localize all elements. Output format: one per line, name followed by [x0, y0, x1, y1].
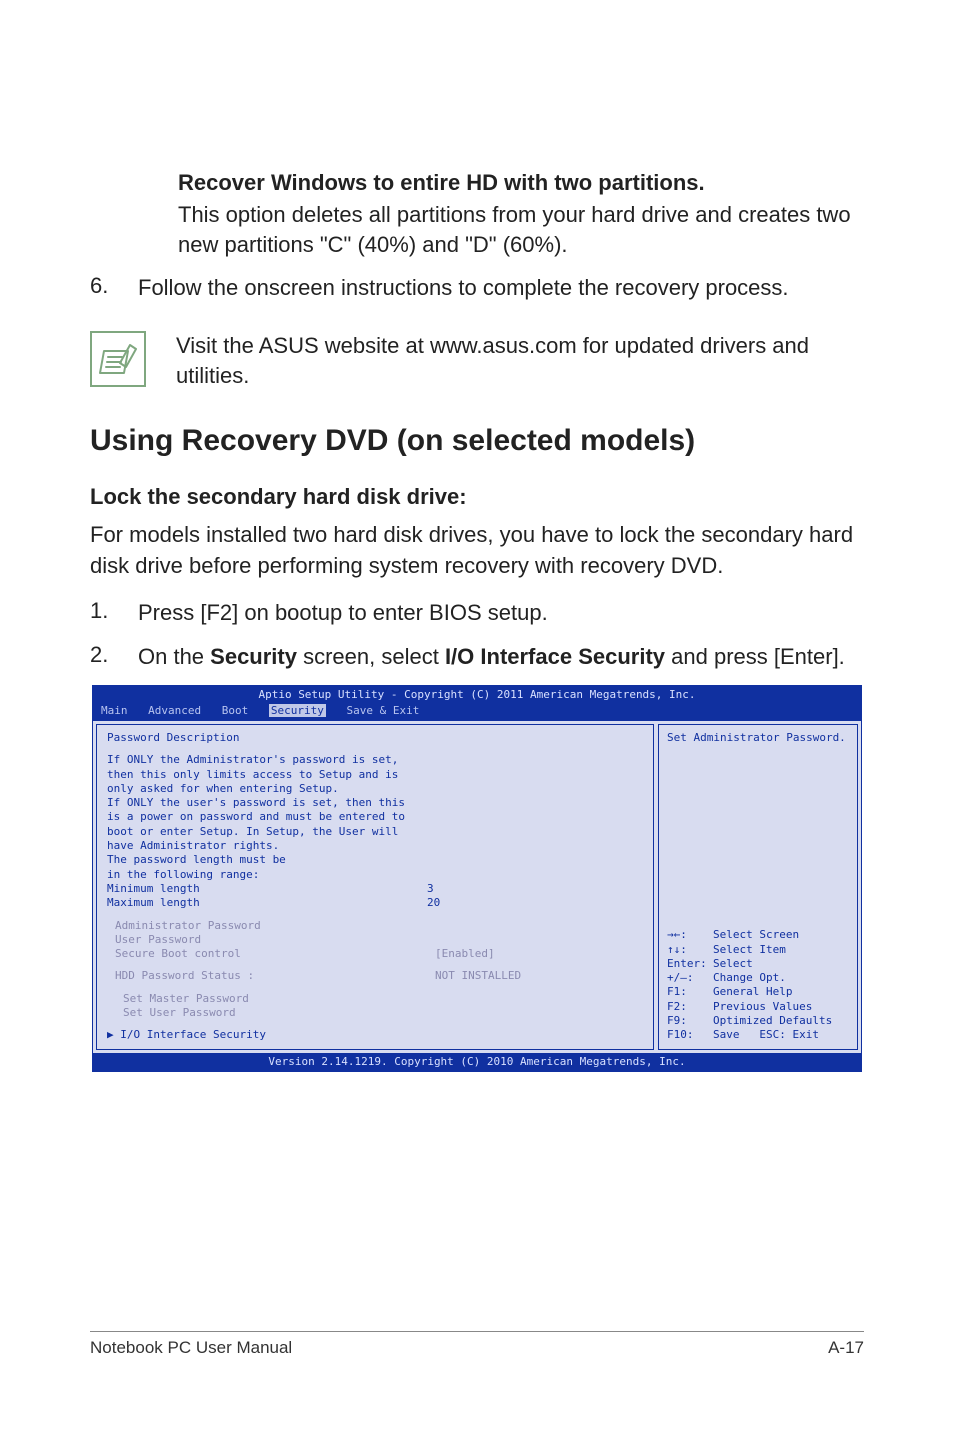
bios-key-select: Select	[713, 957, 753, 971]
bios-key-change-opt: Change Opt.	[713, 971, 786, 985]
bios-key-exit: Exit	[793, 1028, 820, 1041]
bios-key-plusminus: +/—:	[667, 971, 713, 985]
step-1-number: 1.	[90, 598, 138, 628]
footer-left: Notebook PC User Manual	[90, 1338, 292, 1358]
bios-key-f10: F10:	[667, 1028, 713, 1042]
bios-key-select-item: Select Item	[713, 943, 786, 957]
recover-option-title: Recover Windows to entire HD with two pa…	[178, 170, 864, 196]
bios-hdd-status-label: HDD Password Status :	[115, 969, 435, 983]
bios-desc-l2: then this only limits access to Setup an…	[107, 768, 643, 782]
bios-desc-l1: If ONLY the Administrator's password is …	[107, 753, 643, 767]
bios-footer: Version 2.14.1219. Copyright (C) 2010 Am…	[93, 1053, 861, 1071]
step-6-text: Follow the onscreen instructions to comp…	[138, 273, 864, 303]
bios-max-length-label: Maximum length	[107, 896, 427, 910]
bios-key-esc: ESC:	[759, 1028, 786, 1041]
bios-screenshot: Aptio Setup Utility - Copyright (C) 2011…	[92, 685, 862, 1072]
intro-paragraph: For models installed two hard disk drive…	[90, 520, 864, 582]
bios-key-f10-line: Save ESC: Exit	[713, 1028, 819, 1042]
step-2-bold-2: I/O Interface Security	[445, 644, 665, 669]
bios-desc-l5: is a power on password and must be enter…	[107, 810, 643, 824]
bios-key-general-help: General Help	[713, 985, 792, 999]
step-6-number: 6.	[90, 273, 138, 303]
bios-key-optimized-defaults: Optimized Defaults	[713, 1014, 832, 1028]
bios-tab-advanced: Advanced	[148, 704, 201, 717]
bios-io-interface-security: I/O Interface Security	[120, 1028, 266, 1041]
step-2-mid: screen, select	[297, 644, 445, 669]
bios-key-select-screen: Select Screen	[713, 928, 799, 942]
bios-key-f9: F9:	[667, 1014, 713, 1028]
bios-set-user-password: Set User Password	[107, 1006, 643, 1020]
section-title: Using Recovery DVD (on selected models)	[90, 424, 864, 458]
bios-key-enter: Enter:	[667, 957, 713, 971]
note-icon	[90, 331, 146, 387]
bios-desc-l3: only asked for when entering Setup.	[107, 782, 643, 796]
bios-key-f2: F2:	[667, 1000, 713, 1014]
subheading: Lock the secondary hard disk drive:	[90, 484, 864, 510]
bios-key-arrows-ud: ↑↓:	[667, 943, 713, 957]
bios-admin-password: Administrator Password	[107, 919, 643, 933]
bios-min-length-label: Minimum length	[107, 882, 427, 896]
bios-key-save: Save	[713, 1028, 740, 1041]
bios-right-pane: Set Administrator Password. →←:Select Sc…	[658, 724, 858, 1050]
bios-desc-l7: have Administrator rights.	[107, 839, 643, 853]
bios-hdd-status-value: NOT INSTALLED	[435, 969, 521, 983]
bios-title: Aptio Setup Utility - Copyright (C) 2011…	[93, 686, 861, 703]
triangle-right-icon: ▶	[107, 1028, 114, 1041]
bios-tab-boot: Boot	[222, 704, 249, 717]
bios-secure-boot-label: Secure Boot control	[115, 947, 435, 961]
bios-help-text: Set Administrator Password.	[667, 731, 849, 745]
bios-desc-l9: in the following range:	[107, 868, 643, 882]
bios-tab-security: Security	[269, 704, 326, 717]
step-2-bold-1: Security	[210, 644, 297, 669]
step-1-text: Press [F2] on bootup to enter BIOS setup…	[138, 598, 864, 628]
bios-password-description: Password Description	[107, 731, 643, 745]
bios-key-f1: F1:	[667, 985, 713, 999]
bios-left-pane: Password Description If ONLY the Adminis…	[96, 724, 654, 1050]
recover-option-body: This option deletes all partitions from …	[178, 200, 864, 259]
bios-io-interface-row: ▶ I/O Interface Security	[107, 1028, 643, 1042]
bios-desc-l8: The password length must be	[107, 853, 643, 867]
bios-set-master-password: Set Master Password	[107, 992, 643, 1006]
step-2-pre: On the	[138, 644, 210, 669]
bios-user-password: User Password	[107, 933, 643, 947]
bios-desc-l6: boot or enter Setup. In Setup, the User …	[107, 825, 643, 839]
bios-secure-boot-value: [Enabled]	[435, 947, 495, 961]
bios-key-arrows-lr: →←:	[667, 928, 713, 942]
step-2-number: 2.	[90, 642, 138, 672]
note-text: Visit the ASUS website at www.asus.com f…	[176, 331, 864, 390]
bios-max-length-value: 20	[427, 896, 440, 910]
step-2-text: On the Security screen, select I/O Inter…	[138, 642, 864, 672]
bios-key-previous-values: Previous Values	[713, 1000, 812, 1014]
bios-desc-l4: If ONLY the user's password is set, then…	[107, 796, 643, 810]
bios-min-length-value: 3	[427, 882, 434, 896]
bios-tabs: Main Advanced Boot Security Save & Exit	[93, 704, 861, 720]
bios-tab-save: Save & Exit	[346, 704, 419, 717]
bios-tab-main: Main	[101, 704, 128, 717]
step-2-post: and press [Enter].	[665, 644, 845, 669]
footer-right: A-17	[828, 1338, 864, 1358]
